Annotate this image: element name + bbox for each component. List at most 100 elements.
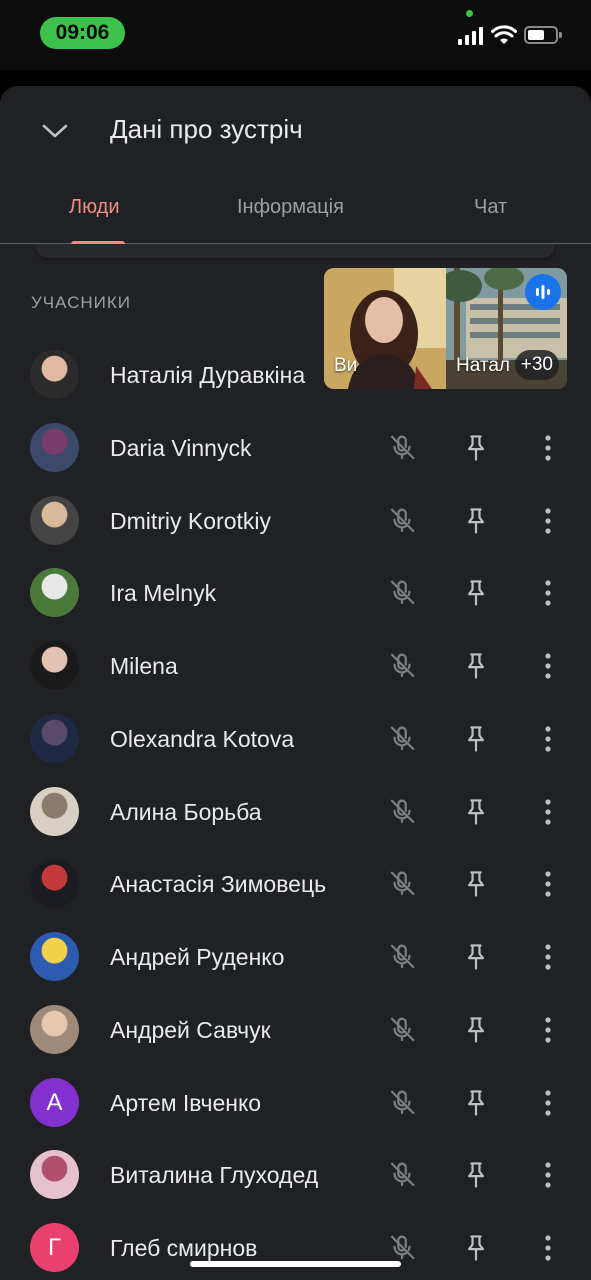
tab-information[interactable]: Інформація [237,196,344,219]
more-participants-count: +30 [514,350,559,380]
avatar: А [30,1078,79,1127]
participant-row[interactable]: А Артем Івченко [0,1066,591,1139]
mic-off-icon[interactable] [385,649,419,683]
participant-name: Milena [110,653,178,679]
participant-name: Глеб смирнов [110,1235,258,1261]
participant-row[interactable]: Андрей Руденко [0,920,591,993]
avatar [30,1005,79,1054]
participant-row[interactable]: Андрей Савчук [0,993,591,1066]
avatar [30,350,79,399]
participant-row[interactable]: Г Глеб смирнов [0,1211,591,1280]
avatar-initial: Г [48,1233,61,1261]
cellular-signal-icon [458,27,483,45]
chevron-down-icon [42,124,68,138]
participant-name: Наталія Дуравкіна [110,362,306,388]
participant-name: Артем Івченко [110,1090,262,1116]
participant-row[interactable]: Milena [0,629,591,702]
pip-other-label: Натал [456,355,511,376]
avatar [30,932,79,981]
participant-row[interactable]: Ira Melnyk [0,556,591,629]
mic-off-icon[interactable] [385,1086,419,1120]
pin-icon[interactable] [459,722,493,756]
participant-name: Андрей Руденко [110,944,285,970]
pin-icon[interactable] [459,940,493,974]
participant-row[interactable]: Olexandra Kotova [0,702,591,775]
avatar [30,787,79,836]
pip-other-video: Натал +30 [446,268,567,389]
pin-icon[interactable] [459,576,493,610]
more-options-icon[interactable] [531,867,565,901]
battery-icon [524,26,562,44]
tab-people[interactable]: Люди [69,196,120,219]
participant-name: Ira Melnyk [110,580,217,606]
more-options-icon[interactable] [531,722,565,756]
audio-level-icon [536,285,550,299]
status-bar: 09:06 [0,0,591,70]
wifi-icon [491,25,517,44]
mic-off-icon[interactable] [385,504,419,538]
avatar-initial: А [46,1088,63,1116]
pip-self-video: Ви [324,268,446,389]
participant-name: Андрей Савчук [110,1017,271,1043]
mic-off-icon[interactable] [385,1231,419,1265]
pin-icon[interactable] [459,504,493,538]
mic-off-icon[interactable] [385,1158,419,1192]
mic-off-icon[interactable] [385,940,419,974]
mic-off-icon[interactable] [385,722,419,756]
mic-off-icon[interactable] [385,795,419,829]
pip-self-label: Ви [334,355,358,376]
status-time: 09:06 [40,17,125,49]
more-options-icon[interactable] [531,1231,565,1265]
sheet-header: Дані про зустріч [0,86,591,174]
tab-chat[interactable]: Чат [474,196,507,219]
participant-row[interactable]: Виталина Глуходед [0,1138,591,1211]
more-options-icon[interactable] [531,795,565,829]
pin-icon[interactable] [459,795,493,829]
avatar [30,496,79,545]
more-options-icon[interactable] [531,431,565,465]
card-edge [36,244,555,258]
participant-name: Анастасія Зимовець [110,871,327,897]
pin-icon[interactable] [459,867,493,901]
mic-off-icon[interactable] [385,867,419,901]
avatar [30,1150,79,1199]
pin-icon[interactable] [459,1158,493,1192]
more-options-icon[interactable] [531,940,565,974]
participant-name: Алина Борьба [110,799,262,825]
home-indicator [190,1261,401,1267]
mic-off-icon[interactable] [385,1013,419,1047]
more-options-icon[interactable] [531,1086,565,1120]
more-options-icon[interactable] [531,1158,565,1192]
participant-row[interactable]: Алина Борьба [0,775,591,848]
pin-icon[interactable] [459,1231,493,1265]
pin-icon[interactable] [459,649,493,683]
speaking-indicator [525,274,561,310]
avatar [30,641,79,690]
more-options-icon[interactable] [531,1013,565,1047]
picture-in-picture[interactable]: Ви Натал +30 [324,268,567,389]
more-options-icon[interactable] [531,576,565,610]
more-options-icon[interactable] [531,649,565,683]
participant-name: Виталина Глуходед [110,1162,319,1188]
tab-bar: Люди Інформація Чат [0,186,591,244]
avatar [30,423,79,472]
more-options-icon[interactable] [531,504,565,538]
mic-off-icon[interactable] [385,576,419,610]
sheet-title: Дані про зустріч [110,114,303,144]
participants-section-label: УЧАСНИКИ [31,293,131,312]
participant-name: Olexandra Kotova [110,726,295,752]
participant-name: Daria Vinnyck [110,435,252,461]
mic-off-icon[interactable] [385,431,419,465]
participant-row[interactable]: Dmitriy Korotkiy [0,484,591,557]
participant-row[interactable]: Daria Vinnyck [0,411,591,484]
participant-row[interactable]: Анастасія Зимовець [0,847,591,920]
pin-icon[interactable] [459,1013,493,1047]
pin-icon[interactable] [459,431,493,465]
collapse-button[interactable] [36,112,74,150]
avatar: Г [30,1223,79,1272]
avatar [30,568,79,617]
camera-in-use-indicator [466,10,473,17]
avatar [30,714,79,763]
participant-name: Dmitriy Korotkiy [110,508,272,534]
pin-icon[interactable] [459,1086,493,1120]
